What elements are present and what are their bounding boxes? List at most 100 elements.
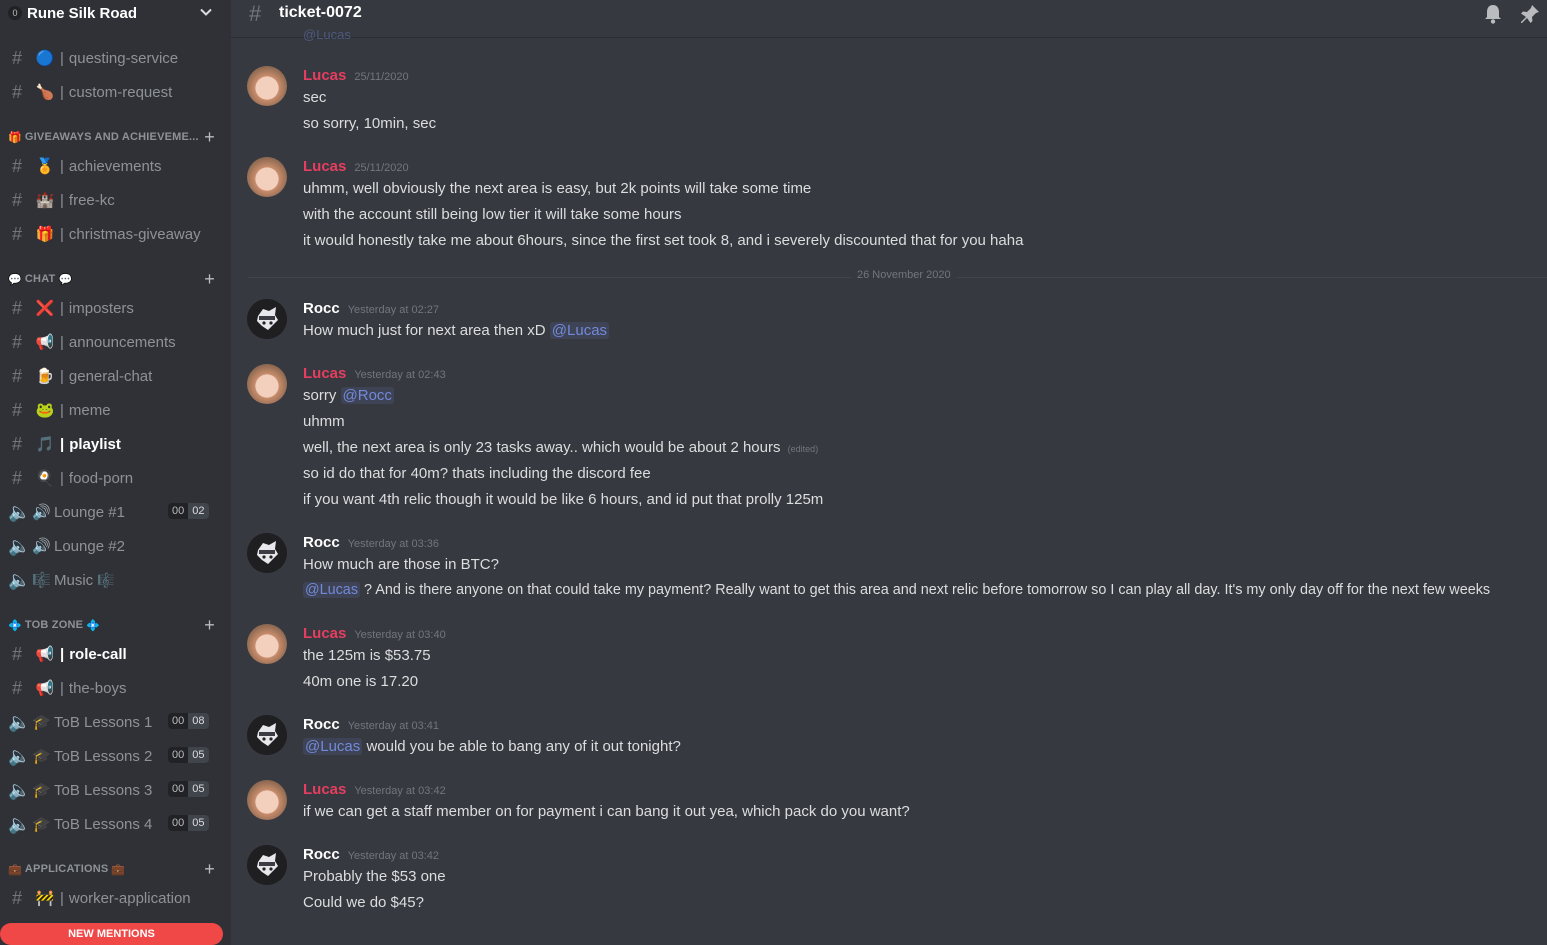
channel-name: role-call xyxy=(69,645,127,663)
message-text: Probably the $53 one xyxy=(303,868,446,885)
diamond-icon: 💠 xyxy=(8,619,22,632)
voice-channel-tob-lessons-4[interactable]: 🔈 🎓 ToB Lessons 4 00 05 xyxy=(0,809,231,839)
channel-emoji: 🎵 xyxy=(35,436,55,453)
message-author[interactable]: Rocc xyxy=(303,300,340,317)
channel-name: imposters xyxy=(68,299,134,317)
message-text: if we can get a staff member on for paym… xyxy=(303,803,910,820)
avatar[interactable] xyxy=(247,66,287,106)
voice-channel-lounge-1[interactable]: 🔈 🔊 Lounge #1 00 02 xyxy=(0,497,231,527)
message-header: Rocc Yesterday at 03:42 xyxy=(303,846,439,863)
message-author[interactable]: Rocc xyxy=(303,534,340,551)
message-author[interactable]: Lucas xyxy=(303,625,346,642)
new-mentions-button[interactable]: NEW MENTIONS xyxy=(0,923,223,945)
add-channel-icon[interactable]: + xyxy=(204,269,215,290)
avatar[interactable] xyxy=(247,157,287,197)
message-text: How much are those in BTC? xyxy=(303,556,499,573)
user-mention[interactable]: @Lucas xyxy=(303,738,363,755)
message-text: with the account still being low tier it… xyxy=(303,206,682,223)
voice-count-limit: 05 xyxy=(188,781,209,797)
message-author[interactable]: Rocc xyxy=(303,846,340,863)
channel-name: ToB Lessons 1 xyxy=(54,713,153,731)
avatar[interactable] xyxy=(247,299,287,339)
user-mention[interactable]: @Lucas xyxy=(303,582,361,598)
channel-header: # ticket-0072 xyxy=(231,0,1547,38)
voice-channel-tob-lessons-3[interactable]: 🔈 🎓 ToB Lessons 3 00 05 xyxy=(0,775,231,805)
channel-general-chat[interactable]: # 🍺 | general-chat xyxy=(0,361,231,391)
message-text: sorry @Rocc xyxy=(303,387,394,404)
category-tob-zone[interactable]: 💠 TOB ZONE 💠 + xyxy=(0,615,231,635)
channel-separator: | xyxy=(60,299,64,317)
channel-achievements[interactable]: # 🏅 | achievements xyxy=(0,151,231,181)
avatar[interactable] xyxy=(247,533,287,573)
hash-icon: # xyxy=(11,467,22,488)
message-author[interactable]: Lucas xyxy=(303,67,346,84)
voice-count-limit: 05 xyxy=(188,747,209,763)
message-header: Lucas Yesterday at 03:40 xyxy=(303,625,446,642)
channel-emoji: 🔊 xyxy=(32,538,51,555)
channel-imposters[interactable]: # ❌ | imposters xyxy=(0,293,231,323)
channel-sidebar: 0 Rune Silk Road # 🔵 | questing-service … xyxy=(0,0,231,945)
message-author[interactable]: Rocc xyxy=(303,716,340,733)
channel-meme[interactable]: # 🐸 | meme xyxy=(0,395,231,425)
message-author[interactable]: Lucas xyxy=(303,365,346,382)
hash-icon: # xyxy=(11,155,22,176)
channel-announcements[interactable]: # 📢 | announcements xyxy=(0,327,231,357)
voice-channel-music[interactable]: 🔈 🎼 Music 🎼 xyxy=(0,565,231,595)
add-channel-icon[interactable]: + xyxy=(204,127,215,148)
channel-name: custom-request xyxy=(68,83,173,101)
avatar[interactable] xyxy=(247,624,287,664)
avatar[interactable] xyxy=(247,845,287,885)
message-author[interactable]: Lucas xyxy=(303,781,346,798)
message-text: @Lucas ? And is there anyone on that cou… xyxy=(303,582,1490,598)
message-text: the 125m is $53.75 xyxy=(303,647,431,664)
chevron-down-icon[interactable] xyxy=(199,5,213,22)
avatar[interactable] xyxy=(247,780,287,820)
channel-food-porn[interactable]: # 🍳 | food-porn xyxy=(0,463,231,493)
voice-user-count: 00 05 xyxy=(168,815,209,831)
hash-icon: # xyxy=(11,223,22,244)
channel-christmas-giveaway[interactable]: # 🎁 | christmas-giveaway xyxy=(0,219,231,249)
pin-icon[interactable] xyxy=(1519,3,1541,25)
channel-custom-request[interactable]: # 🍗 | custom-request xyxy=(0,77,231,107)
voice-channel-tob-lessons-1[interactable]: 🔈 🎓 ToB Lessons 1 00 08 xyxy=(0,707,231,737)
voice-user-count: 00 05 xyxy=(168,747,209,763)
add-channel-icon[interactable]: + xyxy=(204,615,215,636)
hash-icon: # xyxy=(11,399,22,420)
channel-free-kc[interactable]: # 🏰 | free-kc xyxy=(0,185,231,215)
category-giveaways[interactable]: 🎁 GIVEAWAYS AND ACHIEVEME... + xyxy=(0,127,231,147)
message-text: How much just for next area then xD @Luc… xyxy=(303,322,610,339)
channel-separator: | xyxy=(60,435,65,453)
avatar[interactable] xyxy=(247,364,287,404)
channel-emoji: 🏰 xyxy=(35,192,55,209)
channel-emoji: 🎓 xyxy=(32,714,51,731)
channel-emoji: 🚧 xyxy=(35,890,55,907)
voice-channel-tob-lessons-2[interactable]: 🔈 🎓 ToB Lessons 2 00 05 xyxy=(0,741,231,771)
add-channel-icon[interactable]: + xyxy=(204,859,215,880)
voice-count-current: 00 xyxy=(168,713,189,729)
avatar[interactable] xyxy=(247,715,287,755)
channel-questing-service[interactable]: # 🔵 | questing-service xyxy=(0,43,231,73)
channel-emoji: ❌ xyxy=(35,300,55,317)
voice-channel-lounge-2[interactable]: 🔈 🔊 Lounge #2 xyxy=(0,531,231,561)
channel-emoji: 🍗 xyxy=(35,84,55,101)
user-mention[interactable]: @Rocc xyxy=(340,387,394,404)
server-badge: 0 xyxy=(8,6,22,20)
bell-icon[interactable] xyxy=(1483,3,1503,25)
voice-count-current: 00 xyxy=(168,781,189,797)
channel-name: Lounge #2 xyxy=(54,537,125,555)
channel-playlist[interactable]: # 🎵 | playlist xyxy=(0,429,231,459)
channel-worker-application[interactable]: # 🚧 | worker-application xyxy=(0,883,231,913)
user-mention[interactable]: @Lucas xyxy=(549,322,610,339)
channel-the-boys[interactable]: # 📢 | the-boys xyxy=(0,673,231,703)
channel-name: general-chat xyxy=(68,367,153,385)
category-applications[interactable]: 💼 APPLICATIONS 💼 + xyxy=(0,859,231,879)
channel-title: ticket-0072 xyxy=(279,4,362,21)
server-header[interactable]: 0 Rune Silk Road xyxy=(0,0,231,26)
voice-count-limit: 08 xyxy=(188,713,209,729)
message-header: Lucas Yesterday at 02:43 xyxy=(303,365,446,382)
message-author[interactable]: Lucas xyxy=(303,158,346,175)
category-chat[interactable]: 💬 CHAT 💬 + xyxy=(0,269,231,289)
channel-role-call[interactable]: # 📢 | role-call xyxy=(0,639,231,669)
message-text: 40m one is 17.20 xyxy=(303,673,419,690)
channel-emoji: 🔊 xyxy=(32,504,51,521)
